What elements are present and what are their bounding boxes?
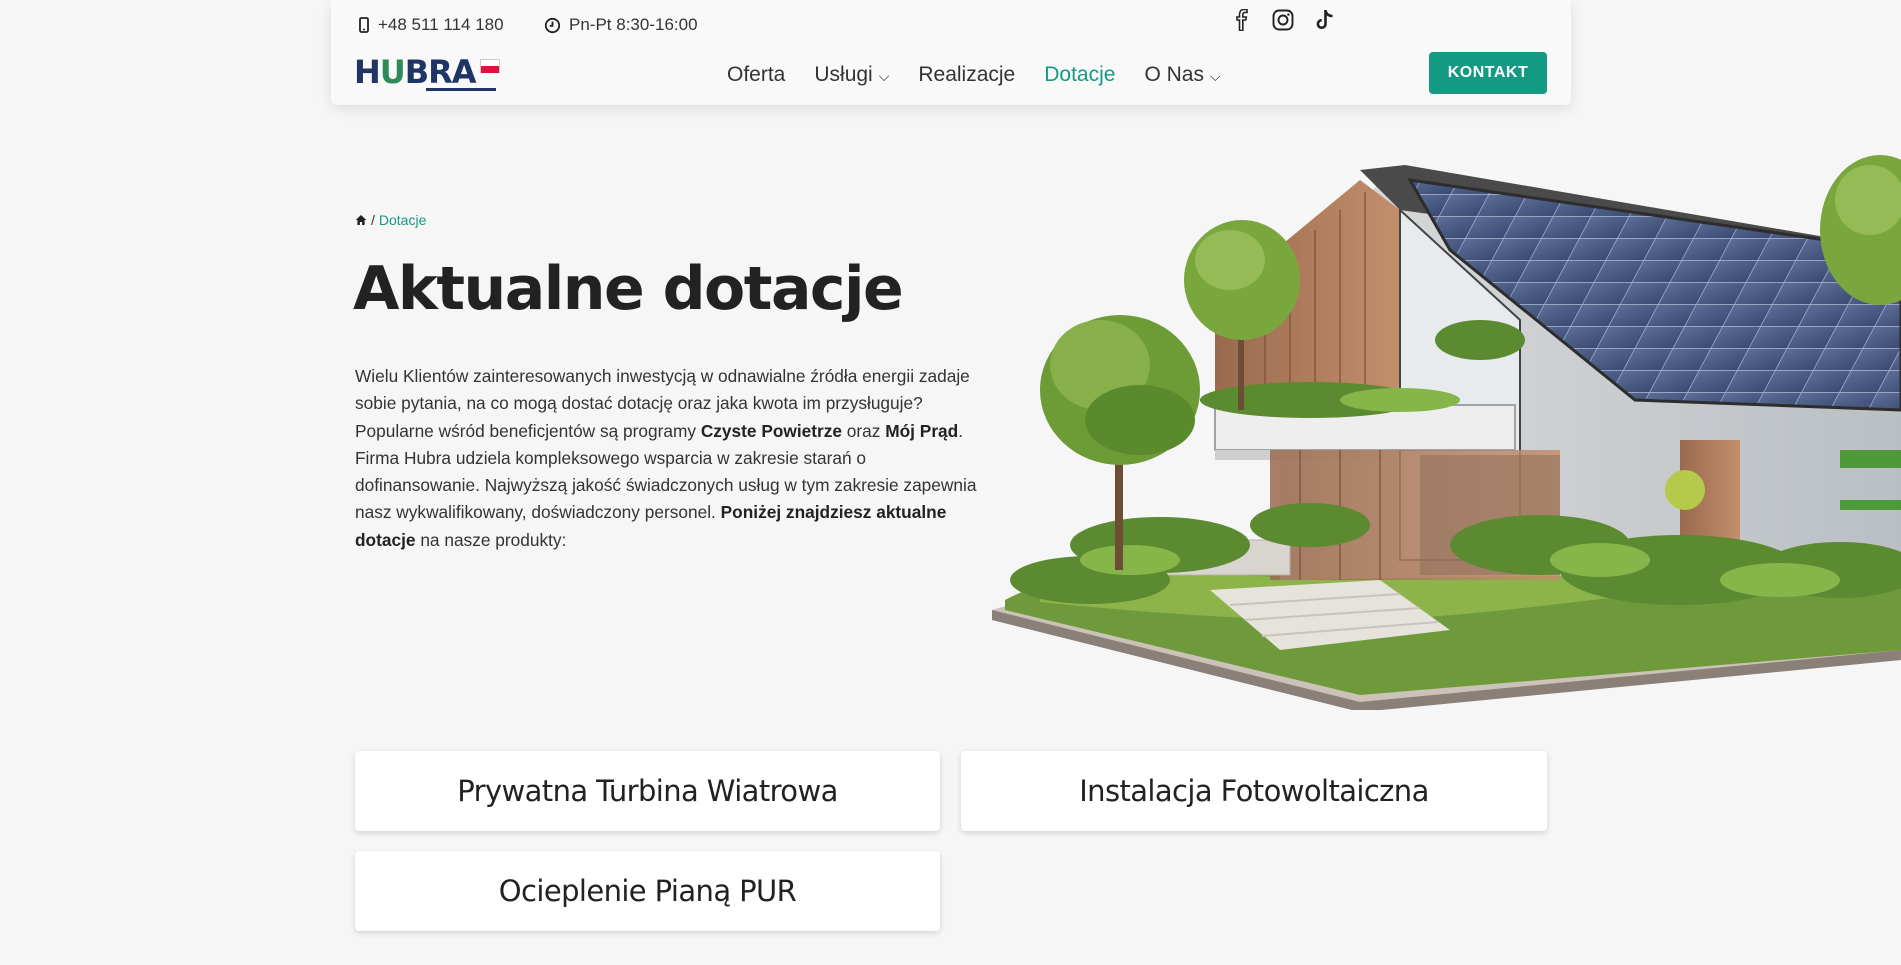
breadcrumb-separator: /: [371, 212, 375, 228]
instagram-icon[interactable]: [1271, 8, 1295, 32]
hubra-logo[interactable]: HUBRA: [354, 55, 500, 91]
home-icon[interactable]: [355, 214, 367, 226]
nav-item-realizacje[interactable]: Realizacje: [918, 60, 1015, 89]
breadcrumb: / Dotacje: [355, 212, 426, 228]
chevron-down-icon: ⌵: [1209, 68, 1221, 84]
subsidy-card-pur-insulation[interactable]: Ocieplenie Pianą PUR: [355, 851, 940, 931]
solar-house-illustration: [992, 155, 1901, 710]
clock-icon: [544, 17, 561, 33]
facebook-icon[interactable]: [1230, 8, 1254, 32]
main-navigation: Oferta Usługi ⌵ Realizacje Dotacje O Nas ⌵: [727, 60, 1250, 89]
program-czyste-powietrze: Czyste Powietrze: [700, 420, 842, 441]
opening-hours: Pn-Pt 8:30-16:00: [544, 15, 698, 35]
poland-flag-icon: [479, 59, 500, 73]
hours-text: Pn-Pt 8:30-16:00: [569, 15, 698, 34]
contact-button[interactable]: KONTAKT: [1429, 52, 1547, 94]
nav-item-dotacje[interactable]: Dotacje: [1044, 60, 1115, 89]
phone-number[interactable]: +48 511 114 180: [378, 15, 504, 35]
program-moj-prad: Mój Prąd: [885, 420, 959, 441]
breadcrumb-current[interactable]: Dotacje: [379, 212, 426, 228]
chevron-down-icon: ⌵: [878, 68, 890, 84]
phone-contact[interactable]: +48 511 114 180: [358, 15, 504, 35]
nav-item-uslugi[interactable]: Usługi ⌵: [814, 60, 889, 89]
subsidy-card-photovoltaic[interactable]: Instalacja Fotowoltaiczna: [961, 751, 1547, 831]
phone-icon: [359, 17, 369, 33]
intro-paragraph: Wielu Klientów zainteresowanych inwestyc…: [355, 366, 977, 550]
page-title: Aktualne dotacje: [353, 254, 904, 324]
site-header: +48 511 114 180 Pn-Pt 8:30-16:00 HUBRA O…: [331, 0, 1571, 105]
nav-item-oferta[interactable]: Oferta: [727, 60, 785, 89]
logo-wordmark: HUBRA: [354, 55, 496, 91]
nav-item-o-nas[interactable]: O Nas ⌵: [1144, 60, 1220, 89]
tiktok-icon[interactable]: [1313, 8, 1337, 32]
subsidy-card-wind-turbine[interactable]: Prywatna Turbina Wiatrowa: [355, 751, 940, 831]
